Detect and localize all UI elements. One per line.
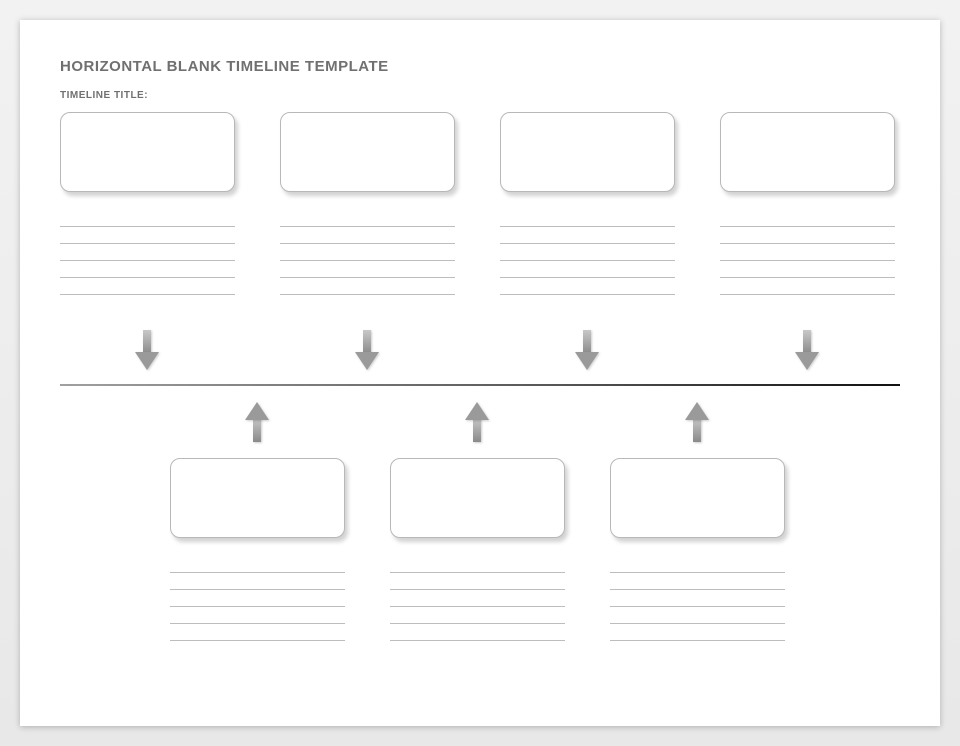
detail-line[interactable] [720,277,895,278]
detail-line[interactable] [720,226,895,227]
detail-line[interactable] [390,640,565,641]
arrow-down-icon [795,330,819,372]
event-detail-lines[interactable] [170,556,345,641]
document-page: HORIZONTAL BLANK TIMELINE TEMPLATE TIMEL… [20,20,940,726]
event-card[interactable] [170,458,345,538]
detail-line[interactable] [280,260,455,261]
arrow-down-icon [575,330,599,372]
event-detail-lines[interactable] [500,210,675,295]
detail-line[interactable] [280,226,455,227]
event-detail-lines[interactable] [720,210,895,295]
detail-line[interactable] [390,623,565,624]
detail-line[interactable] [170,572,345,573]
event-card[interactable] [720,112,895,192]
event-detail-lines[interactable] [390,556,565,641]
detail-line[interactable] [280,243,455,244]
detail-line[interactable] [280,277,455,278]
arrow-up-icon [465,400,489,442]
detail-line[interactable] [720,294,895,295]
detail-line[interactable] [60,243,235,244]
detail-line[interactable] [610,572,785,573]
detail-line[interactable] [500,243,675,244]
detail-line[interactable] [500,277,675,278]
detail-line[interactable] [170,589,345,590]
event-detail-lines[interactable] [610,556,785,641]
detail-line[interactable] [390,589,565,590]
event-card[interactable] [280,112,455,192]
detail-line[interactable] [170,623,345,624]
event-card[interactable] [390,458,565,538]
event-detail-lines[interactable] [60,210,235,295]
detail-line[interactable] [390,606,565,607]
detail-line[interactable] [60,294,235,295]
detail-line[interactable] [720,260,895,261]
detail-line[interactable] [720,243,895,244]
detail-line[interactable] [610,640,785,641]
page-title: HORIZONTAL BLANK TIMELINE TEMPLATE [60,58,389,75]
detail-line[interactable] [500,260,675,261]
arrow-up-icon [685,400,709,442]
detail-line[interactable] [610,589,785,590]
arrow-up-icon [245,400,269,442]
event-card[interactable] [60,112,235,192]
detail-line[interactable] [170,606,345,607]
event-card[interactable] [500,112,675,192]
detail-line[interactable] [60,260,235,261]
detail-line[interactable] [500,294,675,295]
detail-line[interactable] [500,226,675,227]
detail-line[interactable] [60,277,235,278]
arrow-down-icon [355,330,379,372]
detail-line[interactable] [170,640,345,641]
detail-line[interactable] [610,623,785,624]
detail-line[interactable] [60,226,235,227]
arrow-down-icon [135,330,159,372]
detail-line[interactable] [390,572,565,573]
detail-line[interactable] [610,606,785,607]
timeline-axis [60,384,900,386]
event-detail-lines[interactable] [280,210,455,295]
timeline-title-label: TIMELINE TITLE: [60,90,148,101]
detail-line[interactable] [280,294,455,295]
event-card[interactable] [610,458,785,538]
